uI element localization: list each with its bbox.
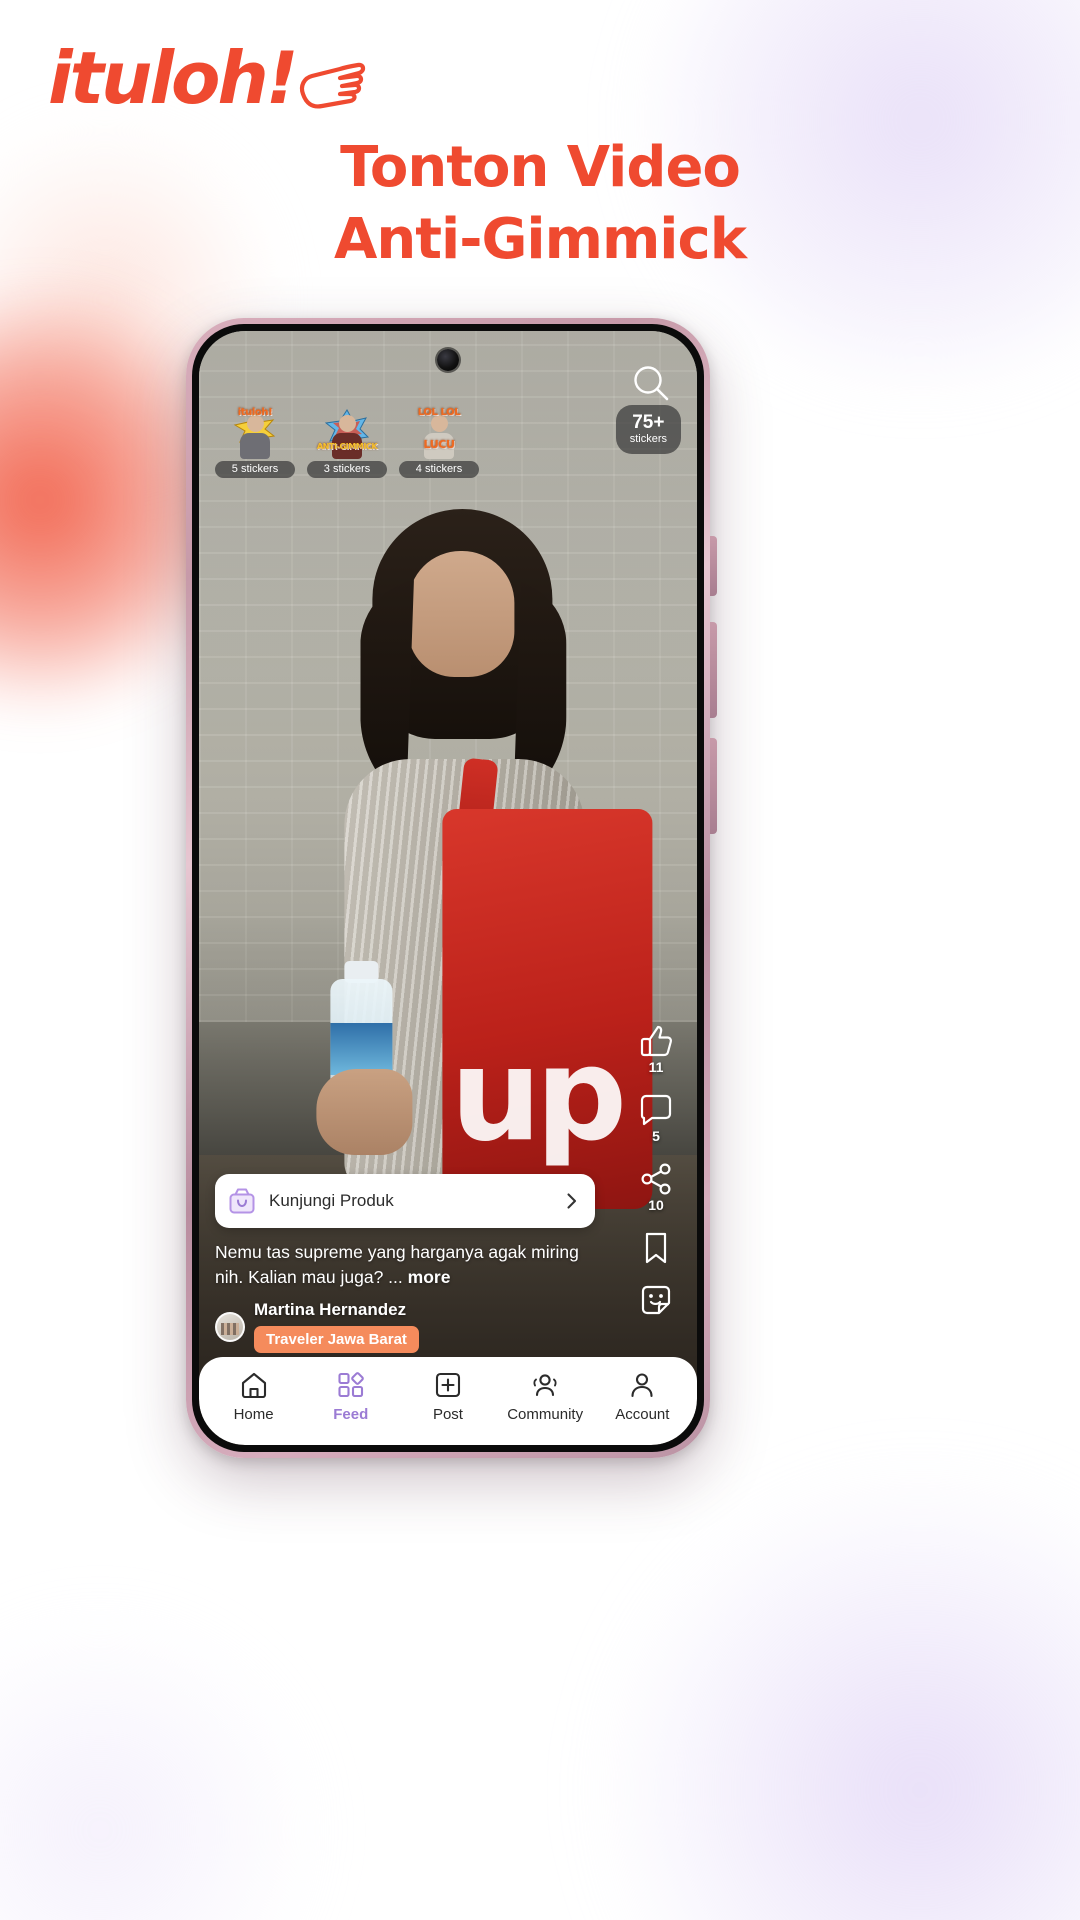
page-headline: Tonton Video Anti-Gimmick: [0, 132, 1080, 276]
search-icon[interactable]: [625, 357, 677, 409]
nav-label-community: Community: [507, 1405, 584, 1423]
sticker-pack-label: 5 stickers: [215, 461, 295, 478]
post-author: Martina Hernandez Traveler Jawa Barat: [215, 1300, 681, 1353]
user-icon: [631, 1372, 653, 1397]
sticker-pack-thumb: ANTI-GIMMICK: [307, 405, 387, 459]
shopping-bag-icon: [229, 1188, 255, 1214]
post-overlay: Kunjungi Produk Nemu tas supreme yang ha…: [199, 1174, 697, 1353]
post-caption: Nemu tas supreme yang harganya agak miri…: [215, 1240, 601, 1290]
like-count: 11: [648, 1059, 664, 1075]
bottom-navigation: Home Feed Post Community Account: [199, 1357, 697, 1445]
sticker-pack-thumb: LOL LOL LUCU: [399, 405, 479, 459]
author-name[interactable]: Martina Hernandez: [254, 1300, 419, 1320]
sticker-pack-label: 4 stickers: [399, 461, 479, 478]
caption-line-1: Nemu tas supreme yang harganya agak: [215, 1242, 527, 1262]
sticker-word-top: ituloh!: [237, 407, 273, 418]
home-icon: [241, 1372, 266, 1398]
sticker-word-top: LOL LOL: [417, 407, 461, 418]
promo-page: ituloh! Tonton Video Anti-Gimmick up itu…: [0, 0, 1080, 1920]
status-badge: Traveler Jawa Barat: [254, 1326, 419, 1353]
sticker-more-count: 75+: [632, 412, 665, 433]
bottle-label: [330, 1023, 393, 1076]
nav-item-community[interactable]: Community: [499, 1370, 591, 1423]
like-action[interactable]: 11: [639, 1024, 673, 1075]
avatar[interactable]: [215, 1312, 245, 1342]
brand-logo-text: ituloh!: [48, 36, 299, 120]
comment-count: 5: [652, 1128, 660, 1144]
thumbs-up-icon: [640, 1025, 672, 1057]
people-icon: [533, 1373, 557, 1396]
author-info: Martina Hernandez Traveler Jawa Barat: [254, 1300, 419, 1353]
headline-line-2: Anti-Gimmick: [334, 207, 747, 272]
visit-product-card[interactable]: Kunjungi Produk: [215, 1174, 595, 1228]
pointing-hand-icon: [296, 54, 366, 121]
subject-hand: [316, 1069, 413, 1156]
subject-face: [408, 551, 515, 678]
front-camera: [437, 349, 459, 371]
sticker-pack-row: ituloh! 5 stickers ANTI-GIMMICK 3 sticke…: [215, 405, 681, 478]
comment-icon: [640, 1094, 672, 1126]
phone-button-volume[interactable]: [710, 622, 717, 718]
nav-label-post: Post: [432, 1405, 463, 1423]
comment-action[interactable]: 5: [639, 1093, 673, 1144]
phone-button-power[interactable]: [710, 738, 717, 834]
sticker-person: [330, 415, 364, 459]
sticker-person-head: [338, 415, 356, 432]
sticker-pack-thumb: ituloh!: [215, 405, 295, 459]
sticker-word-bottom: ANTI-GIMMICK: [316, 442, 378, 451]
caption-more-link[interactable]: more: [408, 1267, 451, 1287]
sticker-more-chip[interactable]: 75+ stickers: [615, 405, 681, 454]
phone-button-mute[interactable]: [710, 536, 717, 596]
nav-label-account: Account: [615, 1405, 670, 1423]
nav-label-feed: Feed: [333, 1405, 369, 1423]
sticker-word-bottom: LUCU: [423, 438, 455, 451]
sticker-pack-label: 3 stickers: [307, 461, 387, 478]
sticker-pack-item[interactable]: ANTI-GIMMICK 3 stickers: [307, 405, 387, 478]
red-tote-bag: up: [442, 809, 653, 1210]
brand-logo: ituloh!: [48, 28, 366, 128]
sticker-more-label: stickers: [629, 433, 667, 445]
phone-screen: up ituloh! 5 stickers ANTI-GIMMICK 3 sti…: [199, 331, 697, 1445]
chevron-right-icon: [567, 1193, 577, 1209]
sticker-pack-item[interactable]: LOL LOL LUCU 4 stickers: [399, 405, 479, 478]
phone-mockup: up ituloh! 5 stickers ANTI-GIMMICK 3 sti…: [186, 318, 717, 1458]
sticker-person-body: [240, 433, 270, 459]
nav-item-account[interactable]: Account: [596, 1370, 688, 1423]
visit-product-label: Kunjungi Produk: [269, 1191, 394, 1210]
sticker-person: [422, 415, 456, 459]
sticker-pack-item[interactable]: ituloh! 5 stickers: [215, 405, 295, 478]
phone-bezel: up ituloh! 5 stickers ANTI-GIMMICK 3 sti…: [192, 324, 704, 1452]
headline-line-1: Tonton Video: [340, 135, 741, 200]
nav-item-post[interactable]: Post: [402, 1370, 494, 1423]
plus-square-icon: [435, 1372, 461, 1397]
nav-item-home[interactable]: Home: [208, 1370, 300, 1423]
sticker-person: [238, 415, 272, 459]
grid-icon: [338, 1371, 364, 1397]
nav-item-feed[interactable]: Feed: [305, 1370, 397, 1423]
nav-label-home: Home: [233, 1405, 274, 1423]
